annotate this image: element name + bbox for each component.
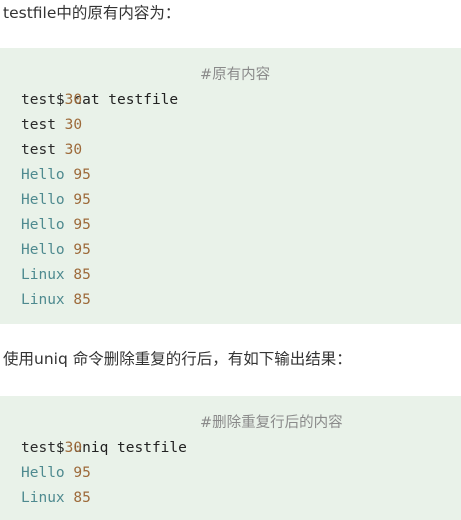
output-number: 95 xyxy=(73,217,91,233)
output-line: Hello 95 xyxy=(21,461,461,486)
output-line: Linux 85 xyxy=(21,288,461,313)
output-line: Linux 85 xyxy=(21,486,461,511)
output-word: test xyxy=(21,117,56,133)
output-word: Hello xyxy=(21,167,65,183)
output-lines: test 30 test 30 test 30 Hello 95 Hello 95 Hel… xyxy=(21,88,461,313)
command-comment: #删除重复行后的内容 xyxy=(200,415,343,431)
output-number: 30 xyxy=(64,440,83,456)
command-line: $ cat testfile #原有内容 xyxy=(21,63,461,108)
output-number: 95 xyxy=(73,192,91,208)
output-line: Hello 95 xyxy=(21,238,461,263)
output-line: Linux 85 xyxy=(21,263,461,288)
output-number: 95 xyxy=(73,465,91,481)
output-word: Hello xyxy=(21,192,65,208)
output-number: 95 xyxy=(73,242,91,258)
output-line: test 30 xyxy=(21,113,461,138)
output-number: 30 xyxy=(64,92,83,108)
output-line: Hello 95 xyxy=(21,163,461,188)
code-block-uniq: $ uniq testfile #删除重复行后的内容 test 30 Hello 9… xyxy=(0,396,461,520)
explanation-paragraph: 使用uniq 命令删除重复的行后，有如下输出结果： xyxy=(3,350,352,368)
output-number: 85 xyxy=(73,267,91,283)
output-number: 85 xyxy=(73,490,91,506)
command-line: $ uniq testfile #删除重复行后的内容 xyxy=(21,411,461,456)
output-number: 30 xyxy=(64,142,83,158)
output-number: 85 xyxy=(73,292,91,308)
output-number: 30 xyxy=(64,117,83,133)
output-word: Hello xyxy=(21,242,65,258)
output-word: test xyxy=(21,92,56,108)
intro-paragraph: testfile中的原有内容为： xyxy=(3,4,181,22)
output-word: Linux xyxy=(21,267,65,283)
output-word: test xyxy=(21,440,56,456)
output-line: Hello 95 xyxy=(21,188,461,213)
output-line: Hello 95 xyxy=(21,213,461,238)
output-word: Hello xyxy=(21,465,65,481)
output-line: test 30 xyxy=(21,436,461,461)
output-word: Linux xyxy=(21,490,65,506)
output-number: 95 xyxy=(73,167,91,183)
output-line: test 30 xyxy=(21,88,461,113)
output-word: test xyxy=(21,142,56,158)
output-word: Linux xyxy=(21,292,65,308)
code-block-cat: $ cat testfile #原有内容 test 30 test 30 test 3… xyxy=(0,48,461,324)
output-word: Hello xyxy=(21,217,65,233)
command-comment: #原有内容 xyxy=(200,67,271,83)
output-line: test 30 xyxy=(21,138,461,163)
output-lines: test 30 Hello 95 Linux 85 xyxy=(21,436,461,511)
